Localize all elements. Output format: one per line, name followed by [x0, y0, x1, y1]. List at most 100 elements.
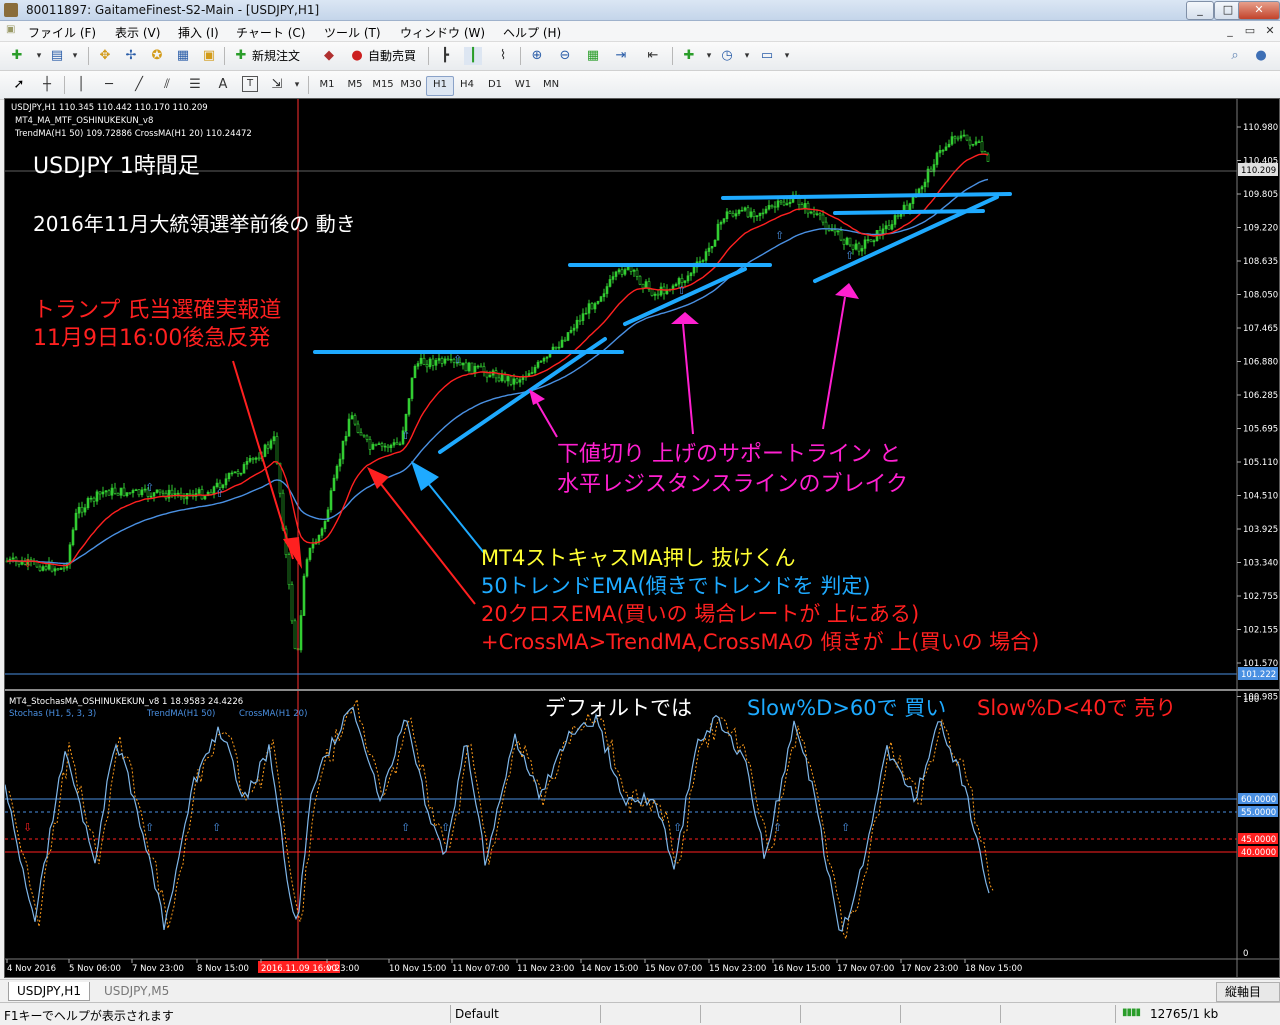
- menu-help[interactable]: ヘルプ (H): [503, 24, 561, 41]
- candle-body: [710, 245, 714, 249]
- level-55-label: 55.0000: [1241, 808, 1276, 818]
- fibonacci-icon[interactable]: ☰: [186, 76, 204, 94]
- chart-canvas[interactable]: ⇧ ⇧⇧⇧⇧⇧⇧⇩ 110.980110.405109.805109.22010…: [5, 99, 1279, 977]
- candle-body: [233, 471, 237, 474]
- minimize-button[interactable]: _: [1186, 1, 1214, 20]
- tf-h1[interactable]: H1: [426, 76, 454, 96]
- community-icon[interactable]: ●: [1252, 47, 1270, 65]
- new-order-button[interactable]: 新規注文: [252, 46, 300, 66]
- trendline-icon[interactable]: ╱: [130, 76, 148, 94]
- time-tick-label: 4 Nov 2016: [7, 964, 56, 974]
- menu-chart[interactable]: チャート (C): [236, 24, 305, 41]
- crosshair-icon[interactable]: ┼: [38, 76, 56, 94]
- channel-icon[interactable]: ⫽: [158, 76, 176, 94]
- dropdown-arrow-icon[interactable]: ▾: [288, 76, 306, 94]
- templates-icon[interactable]: ▭: [758, 47, 776, 65]
- menu-insert[interactable]: 挿入 (I): [178, 24, 219, 41]
- time-tick-label: 17 Nov 23:00: [901, 964, 958, 974]
- periods-icon[interactable]: ◷: [718, 47, 736, 65]
- tf-m15[interactable]: M15: [370, 76, 396, 94]
- app-icon: [4, 3, 18, 17]
- candle-body: [173, 493, 177, 495]
- candle-body: [755, 215, 759, 218]
- candle-body: [197, 489, 201, 494]
- tab-usdjpy-h1[interactable]: USDJPY,H1: [8, 982, 90, 1001]
- time-tick-label: 18 Nov 15:00: [965, 964, 1022, 974]
- candle-body: [977, 141, 981, 143]
- tf-mn[interactable]: MN: [538, 76, 564, 94]
- candle-body: [416, 363, 420, 367]
- tab-usdjpy-m5[interactable]: USDJPY,M5: [96, 982, 177, 1000]
- candle-body: [533, 367, 537, 373]
- candle-body: [839, 230, 843, 241]
- line-chart-icon[interactable]: ⌇: [494, 47, 512, 65]
- terminal-icon[interactable]: ▦: [174, 47, 192, 65]
- tf-m5[interactable]: M5: [342, 76, 368, 94]
- text-label-icon[interactable]: T: [242, 76, 258, 92]
- auto-trade-button[interactable]: 自動売買: [368, 46, 416, 66]
- candle-body: [413, 365, 417, 379]
- candle-body: [719, 222, 723, 225]
- arrows-icon[interactable]: ⇲: [268, 76, 286, 94]
- tf-m1[interactable]: M1: [314, 76, 340, 94]
- strategy-tester-icon[interactable]: ▣: [200, 47, 218, 65]
- profiles-icon[interactable]: ▤: [48, 47, 66, 65]
- dropdown-arrow-icon[interactable]: ▾: [66, 47, 84, 65]
- candle-body: [347, 418, 351, 437]
- candle-body: [614, 271, 618, 277]
- menu-window[interactable]: ウィンドウ (W): [400, 24, 485, 41]
- candle-body: [425, 364, 429, 368]
- status-help: F1キーでヘルプが表示されます: [4, 1009, 174, 1023]
- menu-file[interactable]: ファイル (F): [28, 24, 96, 41]
- candle-body: [965, 134, 969, 141]
- dropdown-arrow-icon[interactable]: ▾: [778, 47, 796, 65]
- close-button[interactable]: ✕: [1238, 1, 1280, 20]
- mdi-restore-button[interactable]: ▭: [1242, 24, 1258, 38]
- new-chart-icon[interactable]: ✚: [8, 47, 26, 65]
- chart-window[interactable]: ⇧ ⇧ ⇧ ⇧ ⇧ ⇧ ⇧ ⇩ 110.980 110.405 109.805 …: [4, 98, 1280, 978]
- mdi-close-button[interactable]: ✕: [1262, 24, 1278, 38]
- tf-d1[interactable]: D1: [482, 76, 508, 94]
- zoom-in-icon[interactable]: ⊕: [528, 47, 546, 65]
- candle-body: [320, 528, 324, 536]
- dropdown-arrow-icon[interactable]: ▾: [738, 47, 756, 65]
- new-order-icon[interactable]: ✚: [232, 47, 250, 65]
- indicators-icon[interactable]: ✚: [680, 47, 698, 65]
- candle-body: [68, 544, 72, 565]
- candle-body: [938, 150, 942, 154]
- tf-m30[interactable]: M30: [398, 76, 424, 94]
- auto-trade-icon[interactable]: ●: [348, 47, 366, 65]
- candle-body: [773, 206, 777, 209]
- data-window-icon[interactable]: ✢: [122, 47, 140, 65]
- menu-view[interactable]: 表示 (V): [115, 24, 160, 41]
- market-watch-icon[interactable]: ✥: [96, 47, 114, 65]
- navigator-icon[interactable]: ✪: [148, 47, 166, 65]
- tf-h4[interactable]: H4: [454, 76, 480, 94]
- vertical-line-icon[interactable]: │: [72, 76, 90, 94]
- tile-windows-icon[interactable]: ▦: [584, 47, 602, 65]
- metaeditor-icon[interactable]: ◆: [320, 47, 338, 65]
- candle-body: [605, 286, 609, 294]
- text-tool-icon[interactable]: A: [214, 76, 232, 94]
- dropdown-arrow-icon[interactable]: ▾: [30, 47, 48, 65]
- mdi-minimize-button[interactable]: _: [1222, 24, 1238, 38]
- menu-tools[interactable]: ツール (T): [324, 24, 381, 41]
- candle-body: [299, 615, 303, 651]
- search-icon[interactable]: ⌕: [1226, 47, 1244, 65]
- zoom-out-icon[interactable]: ⊖: [556, 47, 574, 65]
- candlestick-icon[interactable]: ┃: [464, 47, 482, 65]
- support-line-1: [438, 337, 607, 454]
- candle-body: [737, 209, 741, 214]
- bar-chart-icon[interactable]: ┣: [436, 47, 454, 65]
- cursor-icon[interactable]: ➚: [10, 76, 28, 94]
- auto-scroll-icon[interactable]: ⇥: [612, 47, 630, 65]
- tf-w1[interactable]: W1: [510, 76, 536, 94]
- candle-body: [104, 490, 108, 493]
- status-bar: F1キーでヘルプが表示されます Default ▮▮▮▮ 12765/1 kb: [0, 1002, 1280, 1025]
- stoch-up-arrow-icon: ⇧: [145, 821, 154, 834]
- horizontal-line-icon[interactable]: ─: [100, 76, 118, 94]
- candle-body: [956, 137, 960, 140]
- chart-shift-icon[interactable]: ⇤: [644, 47, 662, 65]
- vertical-scale-button[interactable]: 縦軸目盛: [1216, 982, 1280, 1017]
- dropdown-arrow-icon[interactable]: ▾: [700, 47, 718, 65]
